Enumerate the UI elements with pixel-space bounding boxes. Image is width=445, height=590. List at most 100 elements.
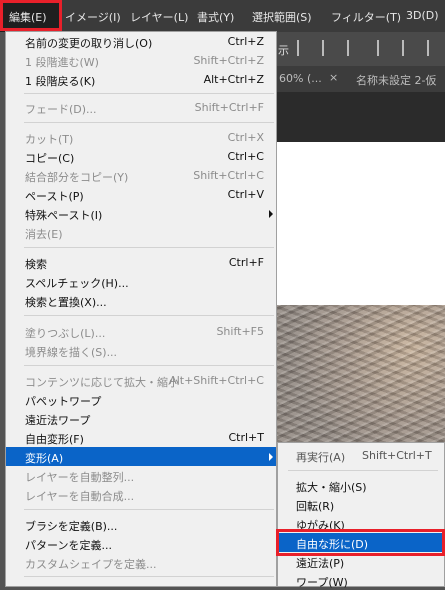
align-top-icon[interactable]	[377, 40, 391, 56]
menu-bar: 編集(E) イメージ(I) レイヤー(L) 書式(Y) 選択範囲(S) フィルタ…	[0, 0, 445, 32]
submenu-item-label: ワープ(W)	[296, 576, 348, 589]
menu-item-spellcheck[interactable]: スペルチェック(H)...	[6, 272, 276, 291]
menu-item-label: パペットワープ	[25, 395, 102, 408]
menu-separator	[24, 122, 274, 123]
menu-item-label: 変形(A)	[25, 452, 64, 465]
align-bottom-icon[interactable]	[427, 40, 441, 56]
menu-item-label: フェード(D)...	[25, 103, 97, 116]
menu-item-fade[interactable]: フェード(D)... Shift+Ctrl+F	[6, 98, 276, 117]
menu-separator	[24, 509, 274, 510]
menu-item-shortcut: Shift+F5	[216, 325, 264, 338]
submenu-item-label: 遠近法(P)	[296, 557, 345, 570]
transform-submenu: 再実行(A) Shift+Ctrl+T 拡大・縮小(S) 回転(R) ゆがみ(K)…	[277, 442, 445, 590]
menu-item-free-transform[interactable]: 自由変形(F) Ctrl+T	[6, 428, 276, 447]
menu-item-label: 結合部分をコピー(Y)	[25, 171, 129, 184]
options-bar: 示	[277, 32, 445, 66]
menu-item-search[interactable]: 検索 Ctrl+F	[6, 253, 276, 272]
tab-untitled-2[interactable]: 名称未設定 2-仮	[356, 72, 436, 88]
submenu-item-scale[interactable]: 拡大・縮小(S)	[278, 476, 444, 495]
menu-item-paste[interactable]: ペースト(P) Ctrl+V	[6, 185, 276, 204]
menu-item-label: ブラシを定義(B)...	[25, 520, 118, 533]
menu-item-cut[interactable]: カット(T) Ctrl+X	[6, 128, 276, 147]
edit-menu-dropdown: 名前の変更の取り消し(O) Ctrl+Z 1 段階進む(W) Shift+Ctrl+…	[5, 31, 277, 587]
menu-type[interactable]: 書式(Y)	[197, 9, 234, 25]
menu-item-copy-merged[interactable]: 結合部分をコピー(Y) Shift+Ctrl+C	[6, 166, 276, 185]
menu-item-label: 消去(E)	[25, 228, 63, 241]
submenu-item-warp[interactable]: ワープ(W)	[278, 571, 444, 590]
menu-item-label: コピー(C)	[25, 152, 75, 165]
menu-item-label: 検索	[25, 258, 47, 271]
submenu-arrow-icon	[269, 453, 273, 461]
menu-item-undo-rename[interactable]: 名前の変更の取り消し(O) Ctrl+Z	[6, 32, 276, 51]
submenu-item-shortcut: Shift+Ctrl+T	[362, 449, 432, 462]
menu-item-label: 自由変形(F)	[25, 433, 84, 446]
menu-filter[interactable]: フィルター(T)	[331, 9, 401, 25]
menu-item-shortcut: Ctrl+Z	[227, 35, 264, 48]
menu-select[interactable]: 選択範囲(S)	[252, 9, 312, 25]
menu-item-shortcut: Shift+Ctrl+F	[194, 101, 264, 114]
menu-item-label: カット(T)	[25, 133, 74, 146]
menu-item-content-aware-scale[interactable]: コンテンツに応じて拡大・縮小 Alt+Shift+Ctrl+C	[6, 371, 276, 390]
canvas-rock-image	[277, 305, 445, 450]
menu-separator	[288, 470, 438, 471]
menu-item-label: 1 段階戻る(K)	[25, 75, 96, 88]
menu-item-paste-special[interactable]: 特殊ペースト(I)	[6, 204, 276, 223]
menu-item-label: 境界線を描く(S)...	[25, 346, 118, 359]
menu-item-clear[interactable]: 消去(E)	[6, 223, 276, 242]
menu-item-label: 塗りつぶし(L)...	[25, 327, 106, 340]
menu-item-shortcut: Alt+Ctrl+Z	[203, 73, 264, 86]
edit-menu-callout	[0, 0, 62, 31]
align-center-icon[interactable]	[322, 40, 336, 56]
menu-item-label: 名前の変更の取り消し(O)	[25, 37, 153, 50]
submenu-arrow-icon	[269, 210, 273, 218]
menu-item-transform[interactable]: 変形(A)	[6, 447, 276, 466]
align-right-icon[interactable]	[347, 40, 361, 56]
menu-layer[interactable]: レイヤー(L)	[130, 9, 188, 25]
menu-item-auto-blend-layers[interactable]: レイヤーを自動合成...	[6, 485, 276, 504]
menu-item-shortcut: Ctrl+X	[227, 131, 264, 144]
tab-close-icon[interactable]: ×	[329, 71, 338, 84]
menu-item-label: レイヤーを自動合成...	[25, 490, 135, 503]
menu-item-step-forward[interactable]: 1 段階進む(W) Shift+Ctrl+Z	[6, 51, 276, 70]
menu-separator	[24, 93, 274, 94]
menu-item-define-custom-shape[interactable]: カスタムシェイプを定義...	[6, 553, 276, 572]
menu-item-shortcut: Shift+Ctrl+C	[193, 169, 264, 182]
menu-item-label: 遠近法ワープ	[25, 414, 91, 427]
menu-item-define-brush[interactable]: ブラシを定義(B)...	[6, 515, 276, 534]
menu-item-define-pattern[interactable]: パターンを定義...	[6, 534, 276, 553]
menu-separator	[24, 315, 274, 316]
menu-item-stroke[interactable]: 境界線を描く(S)...	[6, 341, 276, 360]
menu-separator	[24, 365, 274, 366]
menu-item-perspective-warp[interactable]: 遠近法ワープ	[6, 409, 276, 428]
menu-item-shortcut: Alt+Shift+Ctrl+C	[169, 374, 264, 387]
menu-item-puppet-warp[interactable]: パペットワープ	[6, 390, 276, 409]
menu-item-label: 検索と置換(X)...	[25, 296, 107, 309]
distort-callout	[276, 529, 445, 556]
menu-item-find-replace[interactable]: 検索と置換(X)...	[6, 291, 276, 310]
submenu-item-rotate[interactable]: 回転(R)	[278, 495, 444, 514]
document-tab-bar: 60% (... × 名称未設定 2-仮	[277, 66, 445, 92]
menu-3d[interactable]: 3D(D)	[406, 9, 439, 22]
menu-item-label: スペルチェック(H)...	[25, 277, 129, 290]
menu-image[interactable]: イメージ(I)	[65, 9, 121, 25]
menu-item-auto-align-layers[interactable]: レイヤーを自動整列...	[6, 466, 276, 485]
menu-item-shortcut: Ctrl+V	[227, 188, 264, 201]
menu-item-shortcut: Ctrl+T	[228, 431, 264, 444]
menu-item-copy[interactable]: コピー(C) Ctrl+C	[6, 147, 276, 166]
menu-item-shortcut: Shift+Ctrl+Z	[193, 54, 264, 67]
tab-zoom-fragment[interactable]: 60% (...	[279, 72, 322, 85]
submenu-item-again[interactable]: 再実行(A) Shift+Ctrl+T	[278, 446, 444, 465]
menu-item-fill[interactable]: 塗りつぶし(L)... Shift+F5	[6, 322, 276, 341]
options-partial-label: 示	[278, 44, 289, 57]
menu-separator	[24, 576, 274, 577]
menu-item-label: レイヤーを自動整列...	[25, 471, 135, 484]
menu-item-step-backward[interactable]: 1 段階戻る(K) Alt+Ctrl+Z	[6, 70, 276, 89]
align-left-icon[interactable]	[297, 40, 311, 56]
submenu-item-label: 拡大・縮小(S)	[296, 481, 367, 494]
menu-item-label: 1 段階進む(W)	[25, 56, 99, 69]
align-middle-icon[interactable]	[402, 40, 416, 56]
menu-item-label: カスタムシェイプを定義...	[25, 558, 157, 571]
menu-item-label: コンテンツに応じて拡大・縮小	[25, 376, 179, 389]
menu-item-label: パターンを定義...	[25, 539, 112, 552]
canvas-white-region	[277, 142, 445, 305]
